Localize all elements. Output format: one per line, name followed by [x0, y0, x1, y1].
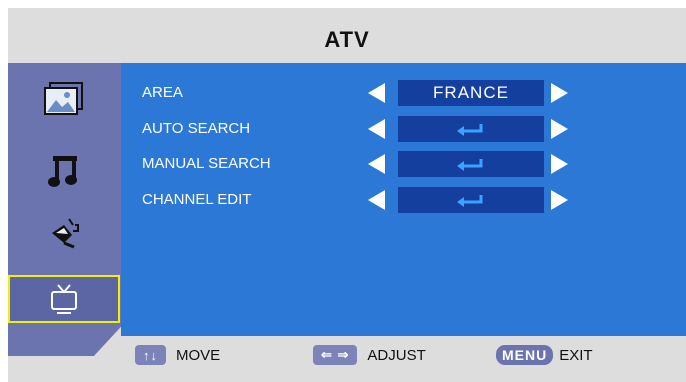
hint-adjust-label: ADJUST — [367, 346, 426, 364]
picture-icon — [44, 82, 83, 115]
arrow-left-icon[interactable] — [368, 119, 385, 139]
menu-row-channel-edit[interactable]: CHANNEL EDIT — [121, 187, 686, 213]
arrow-left-icon[interactable] — [368, 154, 385, 174]
menu-key-icon: MENU — [496, 345, 554, 365]
enter-icon — [457, 124, 483, 136]
hint-move: ↑↓ MOVE — [135, 345, 220, 365]
move-key-icon: ↑↓ — [135, 345, 166, 365]
menu-panel: AREA FRANCE AUTO SEARCH MANUAL SEARCH CH… — [121, 63, 686, 336]
row-label-auto-search: AUTO SEARCH — [142, 120, 251, 137]
sidebar — [8, 63, 121, 356]
row-label-channel-edit: CHANNEL EDIT — [142, 191, 252, 208]
arrow-right-icon[interactable] — [551, 119, 568, 139]
channel-edit-enter[interactable] — [398, 187, 544, 213]
hint-exit-label: EXIT — [559, 346, 593, 364]
music-note-icon — [48, 156, 77, 187]
hint-exit: MENU EXIT — [496, 345, 593, 365]
title-bar: ATV — [8, 14, 686, 66]
enter-icon — [457, 159, 483, 171]
page-title: ATV — [324, 27, 370, 52]
arrow-right-icon[interactable] — [551, 154, 568, 174]
tv-icon — [51, 284, 77, 314]
menu-row-auto-search[interactable]: AUTO SEARCH — [121, 116, 686, 142]
adjust-key-icon: ⇐ ⇒ — [313, 345, 358, 365]
row-label-area: AREA — [142, 84, 183, 101]
footer-hints: ↑↓ MOVE ⇐ ⇒ ADJUST MENU EXIT — [8, 336, 686, 382]
arrow-right-icon[interactable] — [551, 83, 568, 103]
arrow-right-icon[interactable] — [551, 190, 568, 210]
hint-adjust: ⇐ ⇒ ADJUST — [313, 345, 426, 365]
row-label-manual-search: MANUAL SEARCH — [142, 155, 271, 172]
sidebar-item-sound[interactable] — [8, 147, 120, 195]
arrow-left-icon[interactable] — [368, 83, 385, 103]
arrow-left-icon[interactable] — [368, 190, 385, 210]
setup-tools-icon — [52, 218, 79, 249]
menu-row-manual-search[interactable]: MANUAL SEARCH — [121, 151, 686, 177]
sidebar-item-setup[interactable] — [8, 207, 120, 255]
enter-icon — [457, 195, 483, 207]
sidebar-item-tv[interactable] — [8, 275, 120, 323]
manual-search-enter[interactable] — [398, 151, 544, 177]
hint-move-label: MOVE — [176, 346, 221, 364]
area-value[interactable]: FRANCE — [398, 80, 544, 106]
auto-search-enter[interactable] — [398, 116, 544, 142]
sidebar-item-picture[interactable] — [8, 75, 120, 123]
menu-row-area[interactable]: AREA FRANCE — [121, 80, 686, 106]
